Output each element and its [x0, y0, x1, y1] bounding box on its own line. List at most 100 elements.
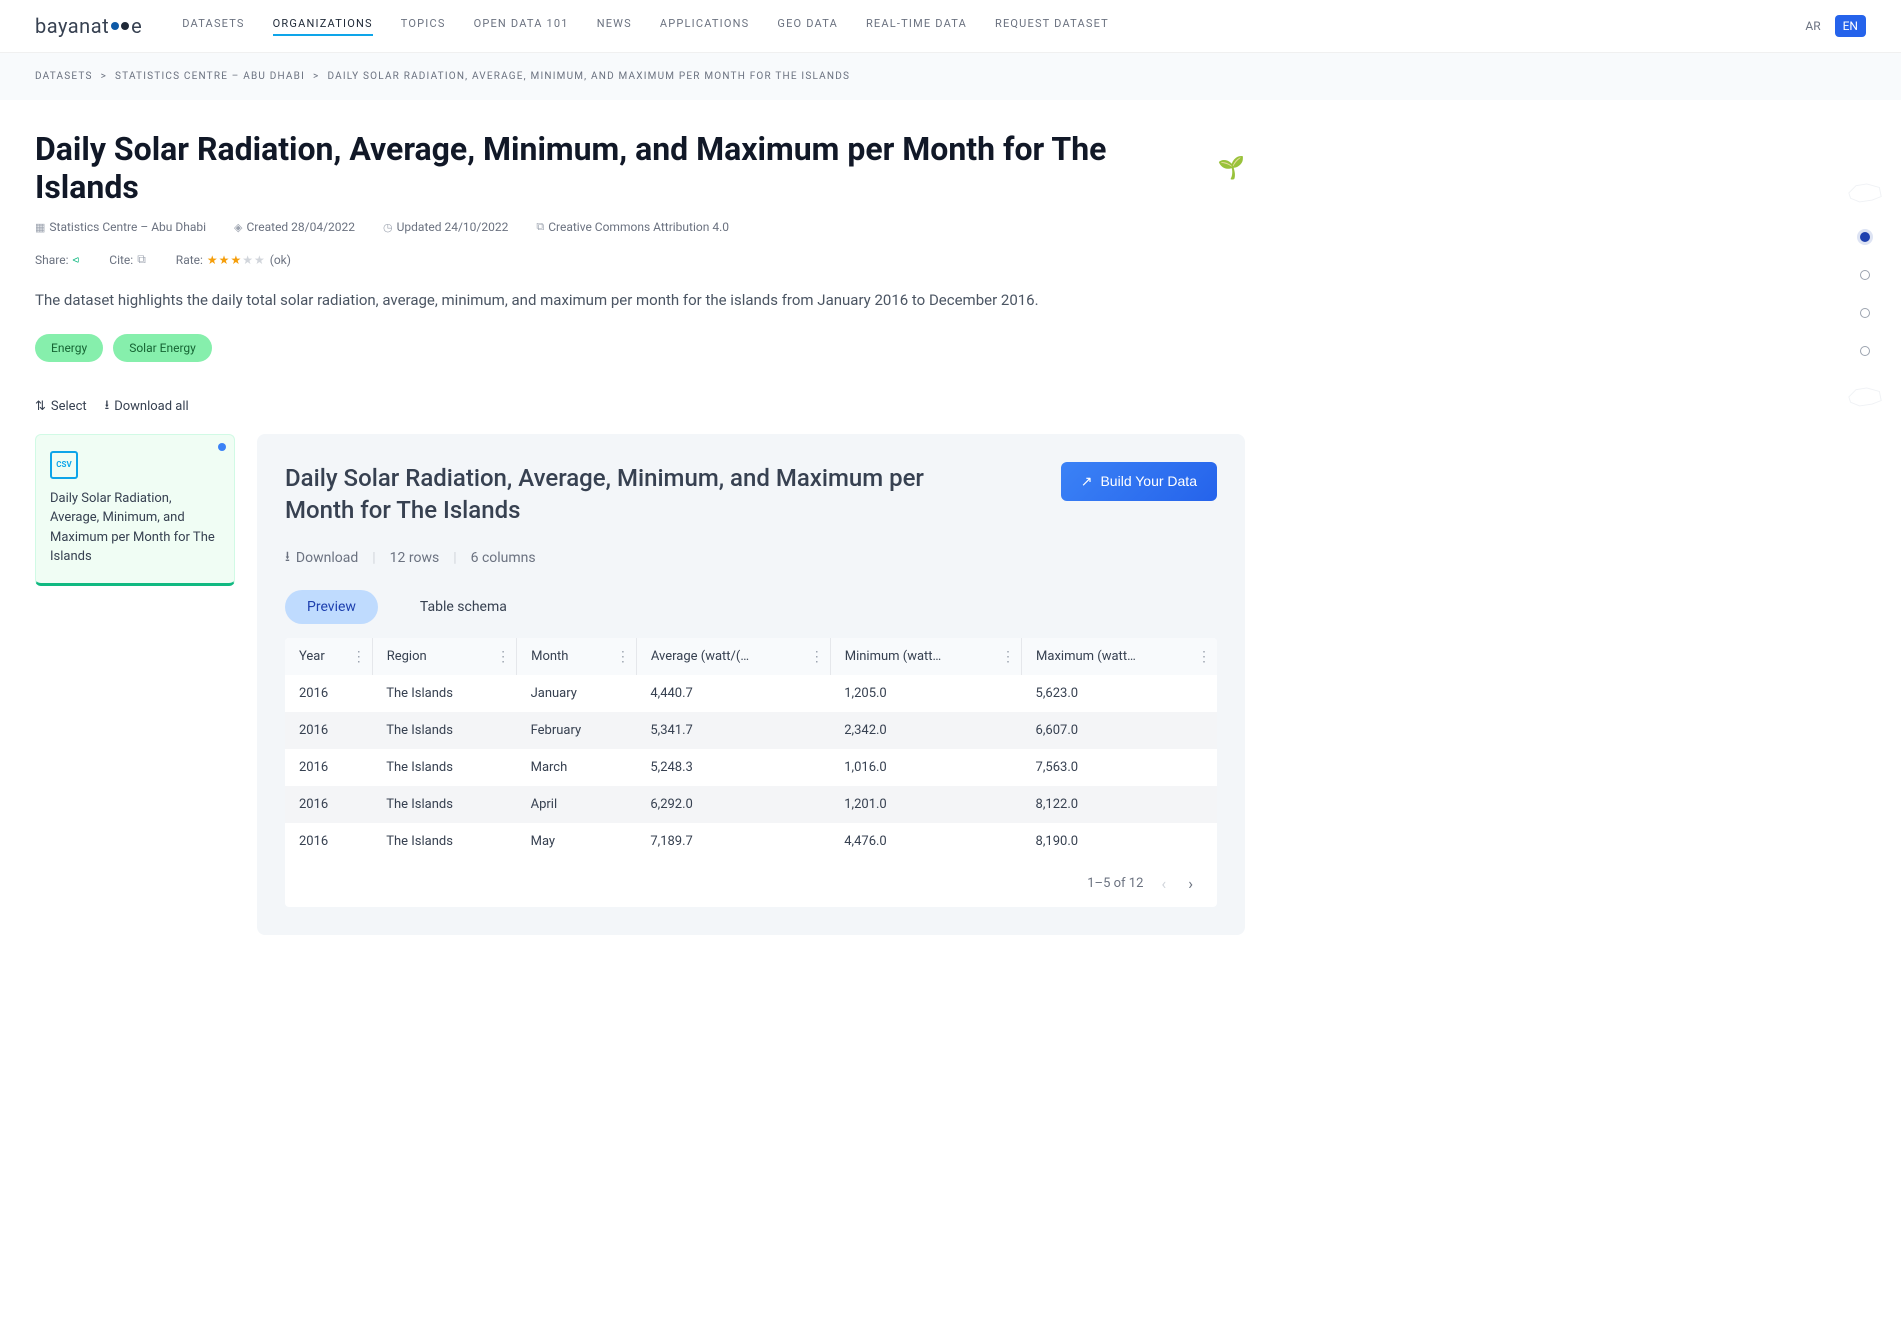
breadcrumb: DATASETS>STATISTICS CENTRE – ABU DHABI>D… [0, 53, 1901, 100]
panel-header: Daily Solar Radiation, Average, Minimum,… [285, 462, 1217, 527]
updown-icon: ⇅ [35, 399, 46, 414]
table-row: 2016The IslandsJanuary4,440.71,205.05,62… [285, 675, 1217, 712]
nav-item[interactable]: REQUEST DATASET [995, 17, 1109, 36]
side-rail [1847, 180, 1883, 408]
license[interactable]: ⧉ Creative Commons Attribution 4.0 [536, 220, 729, 234]
tabs: Preview Table schema [285, 590, 1217, 624]
column-header[interactable]: Maximum (watt…⋮ [1022, 638, 1217, 675]
logo[interactable]: bayanat e [35, 14, 142, 38]
table-cell: 4,440.7 [636, 675, 830, 712]
table-cell: 2016 [285, 712, 372, 749]
table-cell: 8,122.0 [1022, 786, 1217, 823]
table-cell: February [517, 712, 637, 749]
prev-page-button[interactable]: ‹ [1157, 874, 1170, 893]
seedling-icon: 🌱 [1218, 156, 1245, 181]
nav-item[interactable]: NEWS [597, 17, 632, 36]
column-header[interactable]: Minimum (watt…⋮ [830, 638, 1021, 675]
table-cell: 2016 [285, 823, 372, 860]
pagination-text: 1–5 of 12 [1087, 876, 1143, 891]
table-cell: 2016 [285, 749, 372, 786]
updated-date: ◷ Updated 24/10/2022 [383, 220, 508, 234]
table-cell: 5,341.7 [636, 712, 830, 749]
column-header[interactable]: Region⋮ [372, 638, 516, 675]
nav-item[interactable]: REAL-TIME DATA [866, 17, 967, 36]
col-count: 6 columns [471, 550, 536, 566]
table-cell: 2016 [285, 675, 372, 712]
column-header[interactable]: Month⋮ [517, 638, 637, 675]
share-action[interactable]: Share: ⪦ [35, 252, 79, 267]
header: bayanat e DATASETS ORGANIZATIONS TOPICS OPE… [0, 0, 1901, 53]
table-row: 2016The IslandsFebruary5,341.72,342.06,6… [285, 712, 1217, 749]
table-cell: May [517, 823, 637, 860]
rail-dot-active[interactable] [1860, 232, 1870, 242]
table-cell: The Islands [372, 749, 516, 786]
breadcrumb-item[interactable]: DATASETS [35, 71, 93, 82]
nav-item[interactable]: APPLICATIONS [660, 17, 750, 36]
table-cell: 4,476.0 [830, 823, 1021, 860]
table-cell: 1,016.0 [830, 749, 1021, 786]
select-action[interactable]: ⇅ Select [35, 396, 87, 418]
table-cell: March [517, 749, 637, 786]
breadcrumb-item[interactable]: STATISTICS CENTRE – ABU DHABI [115, 71, 305, 82]
tags: Energy Solar Energy [35, 334, 1245, 362]
table-row: 2016The IslandsMay7,189.74,476.08,190.0 [285, 823, 1217, 860]
download-icon: ⭳ [105, 396, 110, 418]
main-content: Daily Solar Radiation, Average, Minimum,… [0, 100, 1280, 965]
resource-card[interactable]: CSV Daily Solar Radiation, Average, Mini… [35, 434, 235, 586]
rail-dot[interactable] [1860, 308, 1870, 318]
meta-row: ▦ Statistics Centre – Abu Dhabi ◈ Create… [35, 220, 1245, 234]
download-all-action[interactable]: ⭳ Download all [105, 396, 189, 418]
column-menu-icon[interactable]: ⋮ [1001, 649, 1015, 665]
column-header[interactable]: Average (watt/(…⋮ [636, 638, 830, 675]
org-icon: ▦ [35, 221, 45, 234]
nav-item[interactable]: OPEN DATA 101 [474, 17, 569, 36]
table-cell: The Islands [372, 712, 516, 749]
star-rating[interactable]: ★★★★★ [207, 253, 266, 267]
external-icon: ↗ [1081, 473, 1093, 490]
column-menu-icon[interactable]: ⋮ [810, 649, 824, 665]
table-cell: The Islands [372, 675, 516, 712]
file-actions: ⇅ Select ⭳ Download all [35, 396, 1245, 418]
diamond-icon: ◈ [234, 221, 242, 234]
rate-action[interactable]: Rate: ★★★★★ (ok) [176, 253, 291, 267]
next-page-button[interactable]: › [1184, 874, 1197, 893]
nav-item[interactable]: TOPICS [401, 17, 446, 36]
cite-action[interactable]: Cite: ⧉ [109, 252, 146, 267]
table-cell: 6,607.0 [1022, 712, 1217, 749]
download-button[interactable]: ⭳ Download [285, 546, 358, 570]
nav-item[interactable]: GEO DATA [777, 17, 838, 36]
rail-dot[interactable] [1860, 346, 1870, 356]
rail-dot[interactable] [1860, 270, 1870, 280]
data-table: Year⋮Region⋮Month⋮Average (watt/(…⋮Minim… [285, 638, 1217, 907]
lang-ar-button[interactable]: AR [1797, 15, 1828, 37]
tab-preview[interactable]: Preview [285, 590, 378, 624]
column-menu-icon[interactable]: ⋮ [352, 649, 366, 665]
table-cell: 2,342.0 [830, 712, 1021, 749]
build-data-button[interactable]: ↗ Build Your Data [1061, 462, 1217, 501]
copy-icon: ⧉ [137, 252, 146, 267]
logo-suffix: e [131, 14, 142, 38]
download-icon: ⭳ [285, 546, 290, 570]
column-menu-icon[interactable]: ⋮ [616, 649, 630, 665]
nav-item[interactable]: ORGANIZATIONS [273, 17, 373, 36]
logo-dots [111, 22, 129, 30]
main-nav: DATASETS ORGANIZATIONS TOPICS OPEN DATA 101… [182, 17, 1109, 36]
column-menu-icon[interactable]: ⋮ [1197, 649, 1211, 665]
tag[interactable]: Solar Energy [113, 334, 212, 362]
table-cell: 1,205.0 [830, 675, 1021, 712]
table-cell: 1,201.0 [830, 786, 1021, 823]
table-footer: 1–5 of 12 ‹ › [285, 860, 1217, 907]
created-date: ◈ Created 28/04/2022 [234, 220, 355, 234]
column-menu-icon[interactable]: ⋮ [496, 649, 510, 665]
page-title: Daily Solar Radiation, Average, Minimum,… [35, 130, 1245, 206]
tag[interactable]: Energy [35, 334, 103, 362]
column-header[interactable]: Year⋮ [285, 638, 372, 675]
table-cell: 5,623.0 [1022, 675, 1217, 712]
page-title-text: Daily Solar Radiation, Average, Minimum,… [35, 130, 1210, 206]
map-outline-icon [1847, 384, 1883, 408]
publisher[interactable]: ▦ Statistics Centre – Abu Dhabi [35, 220, 206, 234]
nav-item[interactable]: DATASETS [182, 17, 244, 36]
lang-en-button[interactable]: EN [1835, 15, 1866, 37]
tab-schema[interactable]: Table schema [398, 590, 529, 624]
panel-title: Daily Solar Radiation, Average, Minimum,… [285, 462, 925, 527]
